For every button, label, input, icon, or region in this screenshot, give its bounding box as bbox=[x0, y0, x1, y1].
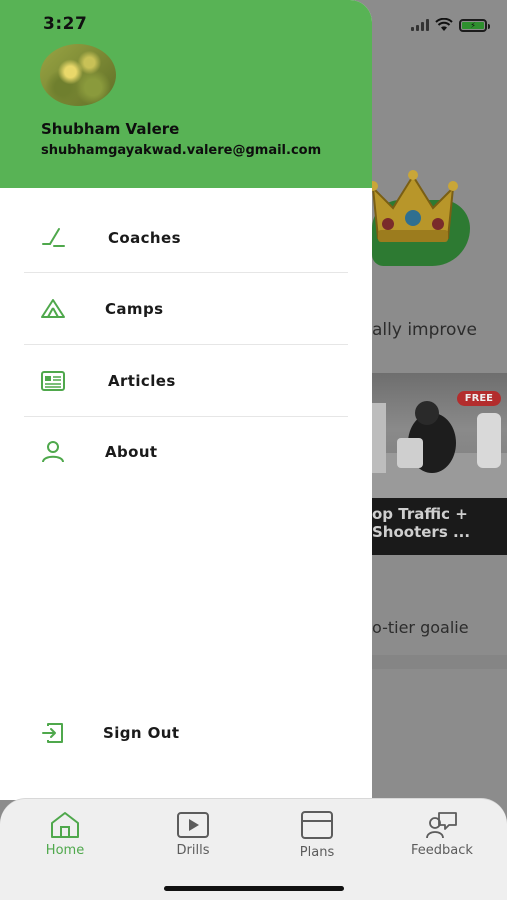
menu-item-about[interactable]: About bbox=[24, 416, 348, 488]
user-email: shubhamgayakwad.valere@gmail.com bbox=[41, 143, 322, 158]
background-text-2: o-tier goalie bbox=[372, 618, 469, 637]
user-name: Shubham Valere bbox=[41, 120, 180, 138]
plans-icon bbox=[300, 809, 334, 841]
menu-item-label: Coaches bbox=[108, 229, 181, 247]
person-icon bbox=[38, 437, 68, 467]
menu-item-coaches[interactable]: Coaches bbox=[24, 202, 348, 274]
menu-item-label: Articles bbox=[108, 372, 176, 390]
tent-icon bbox=[38, 294, 68, 324]
hockey-stick-icon bbox=[38, 223, 68, 253]
tab-plans[interactable]: Plans bbox=[267, 809, 367, 869]
navigation-drawer: 3:27 Shubham Valere shubhamgayakwad.vale… bbox=[0, 0, 372, 800]
signal-icon bbox=[411, 19, 429, 31]
home-icon bbox=[48, 809, 82, 841]
menu-item-articles[interactable]: Articles bbox=[24, 345, 348, 417]
menu-item-camps[interactable]: Camps bbox=[24, 273, 348, 345]
tab-bar: Home Drills Plans Feedback bbox=[0, 798, 507, 900]
sign-out-button[interactable]: Sign Out bbox=[24, 697, 348, 769]
video-card[interactable]: FREE op Traffic + Shooters ... bbox=[372, 373, 507, 555]
free-badge: FREE bbox=[456, 391, 501, 406]
menu-item-label: Camps bbox=[105, 300, 164, 318]
menu-item-label: About bbox=[105, 443, 158, 461]
tab-feedback[interactable]: Feedback bbox=[392, 809, 492, 869]
status-time: 3:27 bbox=[43, 14, 88, 34]
sign-out-label: Sign Out bbox=[103, 724, 180, 742]
tab-label: Feedback bbox=[411, 843, 473, 858]
tab-label: Drills bbox=[176, 843, 210, 858]
battery-icon: ⚡ bbox=[459, 18, 490, 32]
status-icons: ⚡ bbox=[411, 15, 490, 35]
background-text: ally improve bbox=[372, 320, 477, 340]
wifi-icon bbox=[435, 18, 453, 31]
crown-icon bbox=[368, 170, 458, 242]
avatar[interactable] bbox=[40, 44, 116, 106]
sign-out-icon bbox=[38, 718, 68, 748]
feedback-icon bbox=[425, 809, 459, 841]
newspaper-icon bbox=[38, 366, 68, 396]
tab-drills[interactable]: Drills bbox=[143, 809, 243, 869]
video-title-line-1: op Traffic + bbox=[372, 505, 468, 523]
background-strip bbox=[372, 655, 507, 669]
play-icon bbox=[176, 809, 210, 841]
tab-label: Home bbox=[45, 843, 85, 858]
video-title-line-2: Shooters ... bbox=[372, 523, 471, 541]
drawer-header: 3:27 Shubham Valere shubhamgayakwad.vale… bbox=[0, 0, 372, 188]
tab-home[interactable]: Home bbox=[15, 809, 115, 869]
tab-label: Plans bbox=[299, 845, 335, 860]
home-indicator bbox=[164, 886, 344, 891]
